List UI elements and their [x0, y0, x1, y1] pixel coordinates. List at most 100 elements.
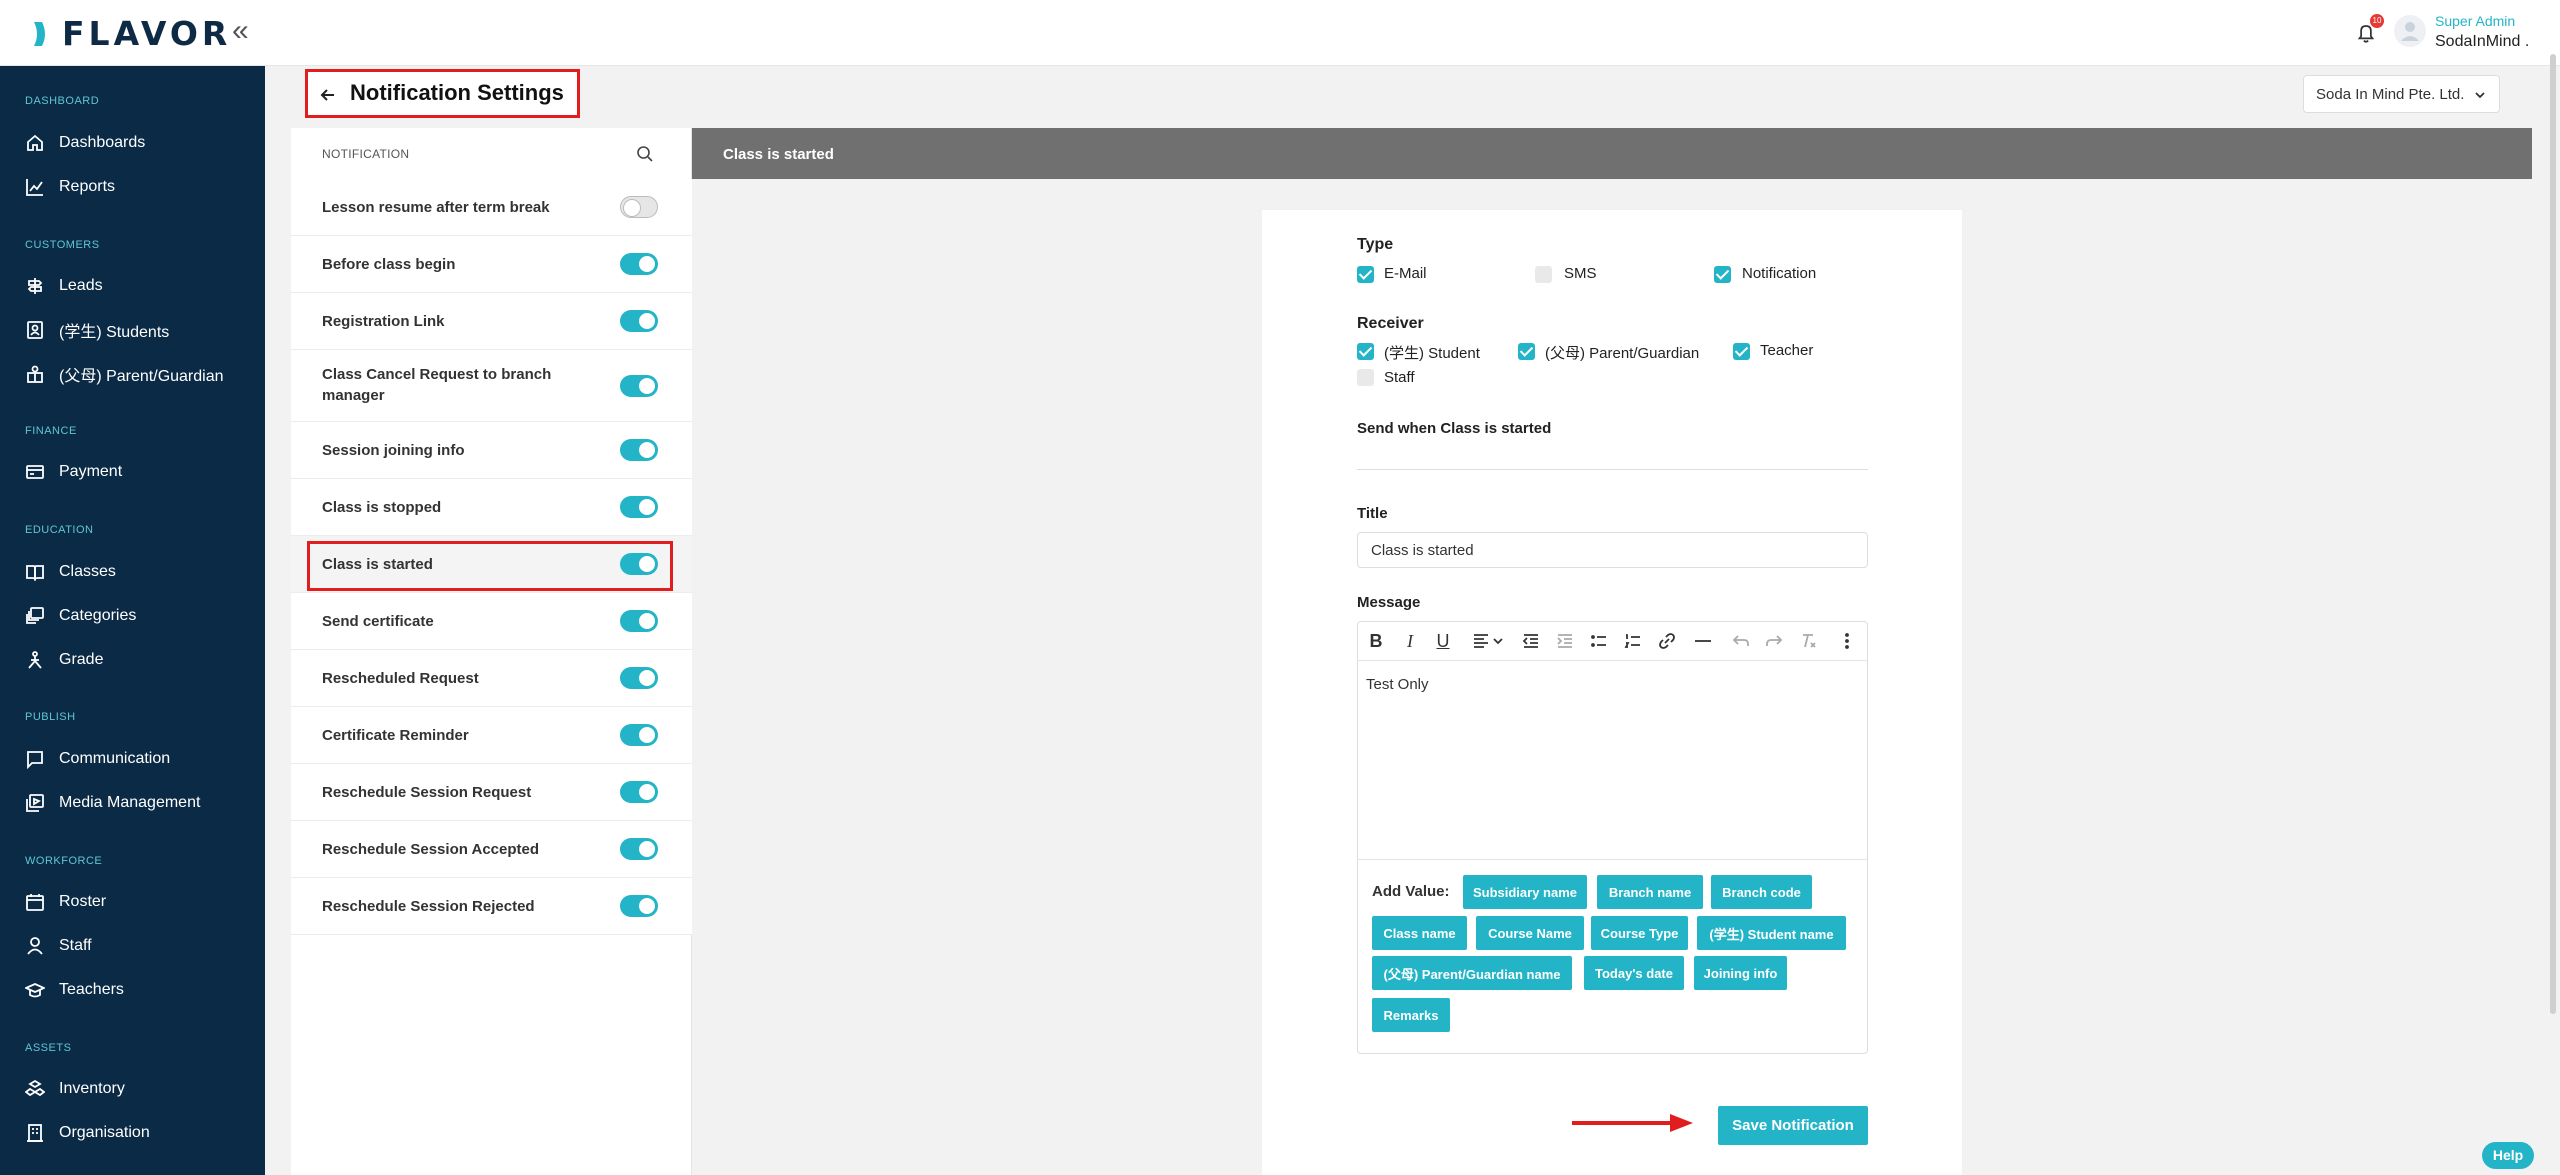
user-avatar[interactable]: [2394, 15, 2426, 47]
sidebar-item-classes[interactable]: Classes: [25, 557, 116, 587]
notification-item-reschedule-session-rejected[interactable]: Reschedule Session Rejected: [291, 878, 692, 935]
notification-item-send-certificate[interactable]: Send certificate: [291, 593, 692, 650]
page-scrollbar[interactable]: [2550, 54, 2556, 1014]
notification-item-lesson-resume[interactable]: Lesson resume after term break: [291, 179, 692, 236]
chip-course-type[interactable]: Course Type: [1591, 916, 1688, 950]
chip-class-name[interactable]: Class name: [1372, 916, 1467, 950]
notification-toggle[interactable]: [620, 895, 658, 917]
notification-toggle[interactable]: [620, 439, 658, 461]
company-select[interactable]: Soda In Mind Pte. Ltd.: [2303, 75, 2500, 113]
chip-subsidiary-name[interactable]: Subsidiary name: [1463, 875, 1587, 909]
sidebar-item-label: Inventory: [59, 1080, 125, 1097]
more-options-icon[interactable]: [1836, 629, 1858, 653]
notification-toggle[interactable]: [620, 253, 658, 275]
title-input[interactable]: [1357, 532, 1868, 568]
align-dropdown-icon[interactable]: [1472, 629, 1508, 653]
chevron-down-icon: [2475, 92, 2485, 99]
sidebar-item-payment[interactable]: Payment: [25, 457, 122, 487]
sidebar-item-staff[interactable]: Staff: [25, 931, 92, 961]
user-name[interactable]: SodaInMind .: [2435, 33, 2529, 51]
notification-item-rescheduled-request[interactable]: Rescheduled Request: [291, 650, 692, 707]
sidebar-item-label: Reports: [59, 178, 116, 195]
numbered-list-icon[interactable]: [1622, 629, 1644, 653]
notification-item-certificate-reminder[interactable]: Certificate Reminder: [291, 707, 692, 764]
sidebar-item-categories[interactable]: Categories: [25, 601, 136, 631]
back-arrow-icon[interactable]: [318, 85, 338, 105]
message-text[interactable]: Test Only: [1366, 676, 1429, 693]
help-button[interactable]: Help: [2482, 1142, 2534, 1169]
indent-increase-icon[interactable]: [1554, 629, 1576, 653]
sidebar-item-students[interactable]: (学生) Students: [25, 315, 169, 345]
save-notification-button[interactable]: Save Notification: [1718, 1106, 1868, 1145]
undo-icon[interactable]: [1730, 629, 1752, 653]
sidebar-item-dashboards[interactable]: Dashboards: [25, 128, 145, 158]
chip-student-name[interactable]: (学生) Student name: [1697, 916, 1846, 950]
sidebar-item-roster[interactable]: Roster: [25, 887, 106, 917]
search-icon[interactable]: [635, 144, 655, 164]
underline-icon[interactable]: U: [1432, 629, 1454, 653]
chip-remarks[interactable]: Remarks: [1372, 998, 1450, 1032]
notification-toggle[interactable]: [620, 375, 658, 397]
receiver-staff-checkbox[interactable]: [1357, 369, 1374, 386]
sidebar-item-teachers[interactable]: Teachers: [25, 975, 124, 1005]
horizontal-rule-icon[interactable]: [1692, 629, 1714, 653]
nav-section-workforce: WORKFORCE: [25, 855, 103, 867]
graduation-cap-icon: [25, 983, 45, 998]
notification-toggle[interactable]: [620, 196, 658, 218]
chip-course-name[interactable]: Course Name: [1476, 916, 1584, 950]
brand-name: FLAVOR: [62, 14, 232, 53]
redo-icon[interactable]: [1763, 629, 1785, 653]
receiver-teacher-checkbox[interactable]: [1733, 343, 1750, 360]
chip-parent-guardian-name[interactable]: (父母) Parent/Guardian name: [1372, 956, 1572, 990]
sidebar-item-communication[interactable]: Communication: [25, 744, 170, 774]
receiver-student-checkbox[interactable]: [1357, 343, 1374, 360]
sidebar-item-inventory[interactable]: Inventory: [25, 1074, 125, 1104]
notification-item-label: Class is stopped: [322, 499, 442, 516]
italic-icon[interactable]: I: [1399, 629, 1421, 653]
brand-logo[interactable]: FLAVOR: [30, 14, 231, 53]
sidebar-item-organisation[interactable]: Organisation: [25, 1118, 150, 1148]
notification-item-before-class-begin[interactable]: Before class begin: [291, 236, 692, 293]
collapse-sidebar-icon[interactable]: «: [232, 16, 249, 46]
notification-item-label: Session joining info: [322, 442, 465, 459]
notification-item-registration-link[interactable]: Registration Link: [291, 293, 692, 350]
add-value-label: Add Value:: [1372, 883, 1450, 900]
receiver-parent-checkbox[interactable]: [1518, 343, 1535, 360]
clear-format-icon[interactable]: [1797, 629, 1819, 653]
sidebar-item-grade[interactable]: Grade: [25, 645, 103, 675]
type-notification-checkbox[interactable]: [1714, 266, 1731, 283]
notification-toggle[interactable]: [620, 667, 658, 689]
notification-toggle[interactable]: [620, 781, 658, 803]
notification-item-class-is-stopped[interactable]: Class is stopped: [291, 479, 692, 536]
chip-branch-code[interactable]: Branch code: [1711, 875, 1812, 909]
sidebar-item-leads[interactable]: Leads: [25, 271, 103, 301]
type-email-checkbox[interactable]: [1357, 266, 1374, 283]
chip-joining-info[interactable]: Joining info: [1694, 956, 1787, 990]
type-sms-checkbox[interactable]: [1535, 266, 1552, 283]
bold-icon[interactable]: B: [1365, 629, 1387, 653]
notification-toggle[interactable]: [620, 838, 658, 860]
notification-item-reschedule-session-request[interactable]: Reschedule Session Request: [291, 764, 692, 821]
notification-toggle[interactable]: [620, 610, 658, 632]
receiver-teacher-label: Teacher: [1760, 342, 1814, 359]
calendar-icon: [26, 894, 44, 911]
chip-branch-name[interactable]: Branch name: [1597, 875, 1703, 909]
sidebar-item-parent-guardian[interactable]: (父母) Parent/Guardian: [25, 359, 224, 389]
indent-decrease-icon[interactable]: [1520, 629, 1542, 653]
nav-section-assets: ASSETS: [25, 1042, 72, 1054]
notification-item-reschedule-session-accepted[interactable]: Reschedule Session Accepted: [291, 821, 692, 878]
notification-item-class-cancel-request[interactable]: Class Cancel Request to branch manager: [291, 350, 692, 422]
notification-item-session-joining-info[interactable]: Session joining info: [291, 422, 692, 479]
notification-toggle[interactable]: [620, 724, 658, 746]
sidebar-item-media-management[interactable]: Media Management: [25, 788, 200, 818]
sidebar-item-reports[interactable]: Reports: [25, 172, 115, 202]
link-icon[interactable]: [1656, 629, 1678, 653]
notification-item-label: Lesson resume after term break: [322, 199, 550, 216]
receiver-parent-label: (父母) Parent/Guardian: [1545, 345, 1700, 362]
notification-toggle[interactable]: [620, 496, 658, 518]
sidebar-item-label: Communication: [59, 750, 171, 767]
chip-todays-date[interactable]: Today's date: [1584, 956, 1684, 990]
bullet-list-icon[interactable]: [1588, 629, 1610, 653]
sidebar-item-label: Dashboards: [59, 134, 146, 151]
notification-toggle[interactable]: [620, 310, 658, 332]
